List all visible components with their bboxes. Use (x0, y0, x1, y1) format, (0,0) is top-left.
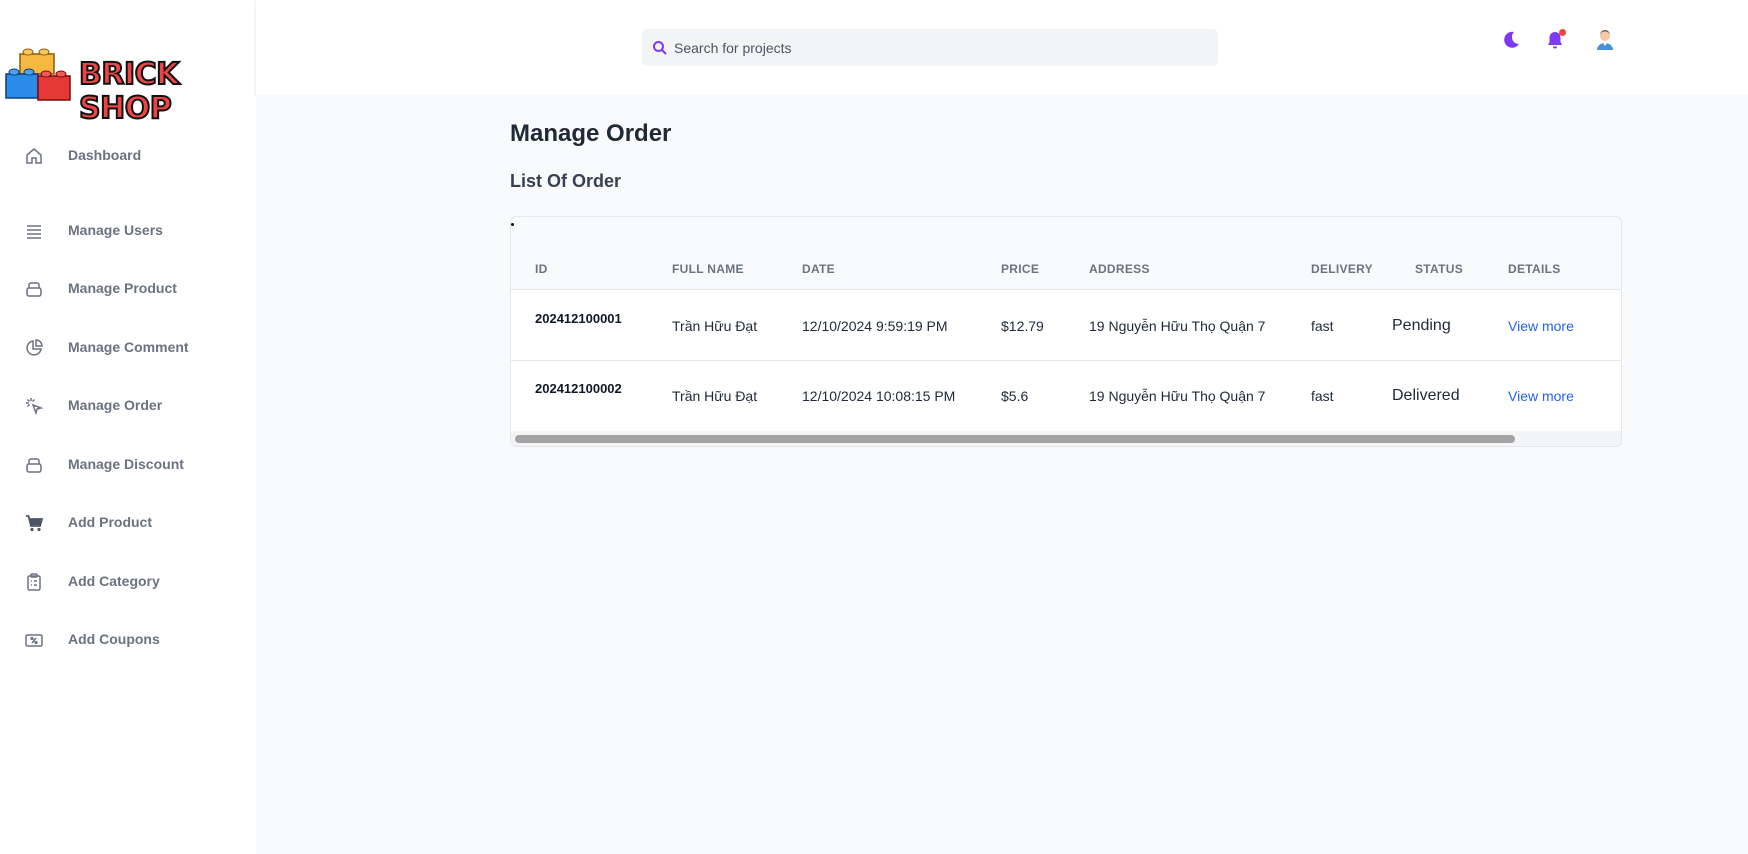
page-title: Manage Order (510, 120, 672, 147)
sidebar-item-manage-product[interactable]: Manage Product (0, 269, 256, 309)
box-icon (26, 458, 42, 473)
order-price: $12.79 (1001, 318, 1044, 334)
sidebar-item-label: Add Coupons (68, 631, 160, 647)
avatar-icon[interactable] (1593, 27, 1617, 51)
column-header-address: ADDRESS (1089, 262, 1150, 276)
order-address: 19 Nguyễn Hữu Thọ Quận 7 (1089, 388, 1266, 404)
sidebar-item-label: Add Product (68, 514, 152, 530)
table-row: 202412100001 Trần Hữu Đạt 12/10/2024 9:5… (511, 291, 1621, 361)
order-date: 12/10/2024 10:08:15 PM (802, 388, 956, 404)
column-header-date: DATE (802, 262, 835, 276)
sidebar-item-add-category[interactable]: Add Category (0, 562, 256, 602)
search-icon (653, 41, 667, 55)
order-status: Delivered (1392, 387, 1460, 404)
column-header-status: STATUS (1415, 262, 1464, 276)
view-more-link[interactable]: View more (1508, 388, 1574, 404)
order-full-name: Trần Hữu Đạt (672, 388, 758, 404)
sidebar-item-add-coupons[interactable]: Add Coupons (0, 620, 256, 660)
brand-name: BRICK SHOP (78, 57, 180, 127)
clipboard-icon (27, 573, 41, 591)
order-delivery: fast (1311, 388, 1334, 404)
horizontal-scrollbar[interactable] (511, 431, 1621, 446)
sidebar-item-label: Manage Users (68, 222, 163, 238)
sidebar-item-dashboard[interactable]: Dashboard (0, 136, 256, 176)
order-date: 12/10/2024 9:59:19 PM (802, 318, 948, 334)
order-delivery: fast (1311, 318, 1334, 334)
sidebar-item-manage-order[interactable]: Manage Order (0, 386, 256, 426)
sidebar-item-label: Manage Comment (68, 339, 189, 355)
sidebar: BRICK SHOP Dashboard Manage Users Manage… (0, 0, 256, 854)
lego-bricks-icon (5, 48, 71, 101)
orders-table: ID FULL NAME DATE PRICE ADDRESS DELIVERY… (510, 216, 1622, 447)
cursor-click-icon (26, 398, 44, 416)
order-id: 202412100002 (535, 381, 622, 396)
sidebar-item-label: Manage Product (68, 280, 177, 296)
view-more-link[interactable]: View more (1508, 318, 1574, 334)
list-icon (27, 225, 41, 239)
column-header-delivery: DELIVERY (1311, 262, 1373, 276)
table-header: ID FULL NAME DATE PRICE ADDRESS DELIVERY… (511, 217, 1621, 290)
sidebar-item-add-product[interactable]: Add Product (0, 503, 256, 543)
main-content: Manage Order List Of Order ID FULL NAME … (256, 95, 1748, 854)
column-header-price: PRICE (1001, 262, 1040, 276)
search-bar[interactable] (642, 29, 1218, 66)
cart-icon (26, 515, 44, 532)
column-header-details: DETAILS (1508, 262, 1561, 276)
order-full-name: Trần Hữu Đạt (672, 318, 758, 334)
sidebar-item-manage-users[interactable]: Manage Users (0, 211, 256, 251)
brick-shop-logo[interactable]: BRICK SHOP (2, 46, 252, 127)
table-row: 202412100002 Trần Hữu Đạt 12/10/2024 10:… (511, 361, 1621, 431)
sidebar-item-manage-comment[interactable]: Manage Comment (0, 328, 256, 368)
sidebar-item-label: Manage Order (68, 397, 163, 413)
moon-icon[interactable] (1500, 29, 1522, 51)
scrollbar-thumb[interactable] (515, 435, 1515, 443)
sidebar-item-label: Dashboard (68, 147, 142, 163)
pie-chart-icon (26, 339, 43, 356)
box-icon (26, 282, 42, 297)
sidebar-item-manage-discount[interactable]: Manage Discount (0, 445, 256, 485)
percent-tag-icon (25, 634, 43, 647)
notification-badge (1559, 29, 1566, 36)
column-header-id: ID (535, 262, 548, 276)
sidebar-item-label: Add Category (68, 573, 160, 589)
column-header-full-name: FULL NAME (672, 262, 744, 276)
search-input[interactable] (672, 29, 1212, 66)
order-address: 19 Nguyễn Hữu Thọ Quận 7 (1089, 318, 1266, 334)
home-icon (26, 148, 42, 164)
top-header (256, 0, 1748, 95)
notifications-button[interactable] (1544, 29, 1566, 51)
stray-dot (511, 223, 514, 226)
order-id: 202412100001 (535, 311, 622, 326)
section-title: List Of Order (510, 171, 622, 191)
order-price: $5.6 (1001, 388, 1029, 404)
sidebar-item-label: Manage Discount (68, 456, 184, 472)
order-status: Pending (1392, 317, 1451, 334)
